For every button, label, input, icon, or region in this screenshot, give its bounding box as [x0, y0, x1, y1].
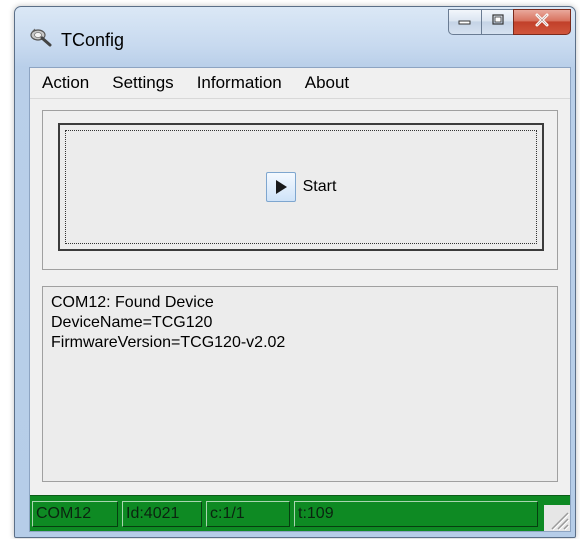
window-title: TConfig [61, 30, 125, 50]
play-icon [265, 172, 296, 202]
menu-action[interactable]: Action [42, 73, 89, 93]
start-button-content: Start [265, 172, 337, 202]
log-output: COM12: Found Device DeviceName=TCG120 Fi… [42, 286, 558, 482]
menu-bar: Action Settings Information About [30, 68, 570, 99]
minimize-button[interactable] [448, 9, 481, 35]
minimize-icon [458, 13, 472, 31]
status-t: t:109 [294, 501, 538, 527]
status-bar: COM12 Id:4021 c:1/1 t:109 [30, 495, 570, 531]
status-c: c:1/1 [206, 501, 290, 527]
resize-grip-icon [544, 512, 570, 535]
tconfig-window: TConfig Action Settings Information Abou… [14, 6, 576, 538]
start-button-label: Start [302, 178, 337, 195]
status-port: COM12 [32, 501, 118, 527]
caption-buttons [448, 9, 571, 35]
log-line: DeviceName=TCG120 [51, 314, 213, 331]
log-line: FirmwareVersion=TCG120-v2.02 [51, 334, 286, 351]
status-id: Id:4021 [122, 501, 202, 527]
close-icon [534, 13, 550, 32]
menu-settings[interactable]: Settings [112, 73, 173, 93]
client-area: Action Settings Information About Start … [29, 67, 571, 532]
app-icon [29, 27, 53, 47]
close-button[interactable] [513, 9, 571, 35]
log-line: COM12: Found Device [51, 294, 214, 311]
menu-about[interactable]: About [305, 73, 349, 93]
resize-grip[interactable] [544, 505, 570, 531]
title-bar[interactable]: TConfig [15, 7, 575, 67]
menu-information[interactable]: Information [197, 73, 282, 93]
maximize-icon [491, 13, 505, 31]
maximize-button[interactable] [481, 9, 513, 35]
control-panel: Start [42, 110, 558, 270]
start-button[interactable]: Start [58, 123, 544, 251]
